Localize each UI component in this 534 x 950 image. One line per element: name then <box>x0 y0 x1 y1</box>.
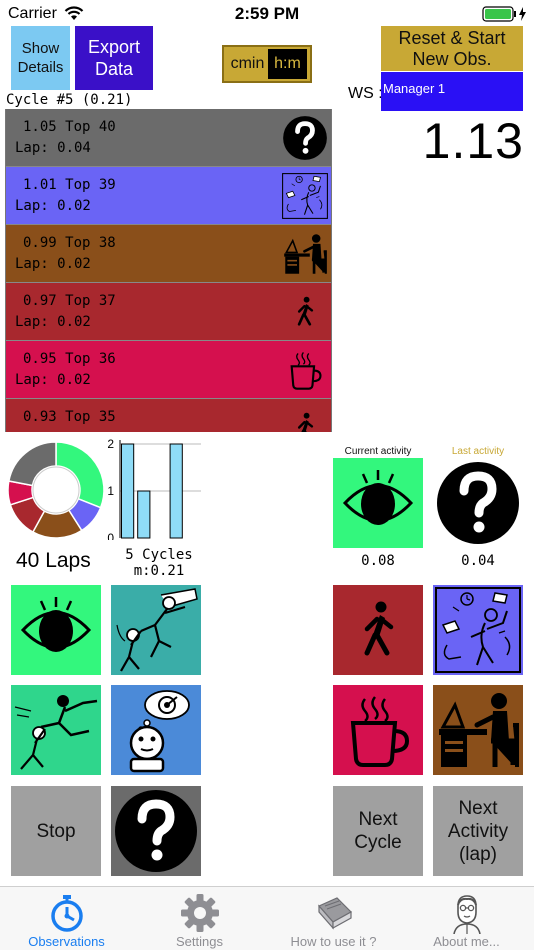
next-activity-button[interactable]: Next Activity (lap) <box>433 786 523 876</box>
laps-count: 40 Laps <box>16 549 91 572</box>
bar-cycle-2 <box>137 490 151 539</box>
lap-row[interactable]: 0.93 Top 35 <box>6 399 331 432</box>
y-tick-label: 0 <box>107 531 114 540</box>
tab-label: How to use it ? <box>290 934 377 949</box>
lap-activity-icon <box>281 230 329 278</box>
lap-cumulative: 1.05 Top 40 <box>23 119 116 135</box>
lap-cumulative: 0.95 Top 36 <box>23 351 116 367</box>
show-details-button[interactable]: Show Details <box>11 26 70 90</box>
climber-green-icon <box>11 685 101 775</box>
tile-climb-up[interactable] <box>111 585 201 675</box>
lap-cumulative: 0.97 Top 37 <box>23 293 116 309</box>
lap-activity-icon <box>281 404 329 432</box>
stopwatch-icon <box>51 895 83 932</box>
status-time: 2:59 PM <box>234 4 300 23</box>
tab-bar: Observations Settings How to use it ? Ab… <box>0 886 534 950</box>
tile-chaos[interactable] <box>433 585 523 675</box>
lap-duration: Lap: 0.02 <box>15 314 91 330</box>
desk-worker-icon <box>281 230 329 278</box>
question-icon <box>281 114 329 162</box>
lap-cumulative: 0.93 Top 35 <box>23 409 116 425</box>
lap-activity-icon <box>281 114 329 162</box>
cycles-bar-chart: 0 1 2 <box>107 437 201 540</box>
status-bar: Carrier 2:59 PM <box>0 0 534 28</box>
lap-row[interactable]: 0.99 Top 38 Lap: 0.02 <box>6 225 331 283</box>
stop-button[interactable]: Stop <box>11 786 101 876</box>
current-activity-tile <box>333 458 423 548</box>
y-tick-label: 2 <box>107 437 114 451</box>
desk-worker-icon <box>433 685 523 775</box>
bar-cycle-1 <box>121 443 135 539</box>
tile-thinking[interactable] <box>111 685 201 775</box>
last-activity-value: 0.04 <box>461 553 495 569</box>
walking-icon <box>281 404 329 432</box>
tab-label: About me... <box>433 934 500 949</box>
unit-toggle[interactable]: cmin h:m <box>222 45 312 83</box>
tile-observe[interactable] <box>11 585 101 675</box>
y-tick-label: 1 <box>107 484 114 498</box>
elapsed-time: 1.13 <box>422 113 524 169</box>
portrait-icon <box>453 895 481 934</box>
tab-settings[interactable]: Settings <box>133 887 266 950</box>
ws-label: WS : <box>348 85 383 102</box>
gear-icon <box>181 894 219 932</box>
tab-label: Observations <box>28 934 105 949</box>
lap-activity-icon <box>281 346 329 394</box>
cycles-count: 5 Cycles <box>125 547 193 563</box>
battery-icon <box>482 6 526 22</box>
cycle-label: Cycle #5 (0.21) <box>6 92 133 108</box>
lap-list[interactable]: 1.05 Top 40 Lap: 0.04 1.01 Top 39 Lap: 0.0… <box>5 109 332 432</box>
next-cycle-button[interactable]: Next Cycle <box>333 786 423 876</box>
cycles-mean: m:0.21 <box>133 563 185 579</box>
eye-icon <box>333 458 423 548</box>
tile-coffee[interactable] <box>333 685 423 775</box>
lap-row[interactable]: 1.01 Top 39 Lap: 0.02 <box>6 167 331 225</box>
walking-icon <box>281 288 329 336</box>
current-activity-value: 0.08 <box>361 553 395 569</box>
lap-cumulative: 0.99 Top 38 <box>23 235 116 251</box>
lap-row[interactable]: 0.97 Top 37 Lap: 0.02 <box>6 283 331 341</box>
thinking-robot-icon <box>111 685 201 775</box>
tile-desk-work[interactable] <box>433 685 523 775</box>
question-icon <box>433 458 523 548</box>
coffee-icon <box>333 685 423 775</box>
walking-icon <box>333 585 423 675</box>
activity-pie-chart <box>7 441 105 539</box>
tile-climb-help[interactable] <box>11 685 101 775</box>
tab-observations[interactable]: Observations <box>0 887 133 950</box>
ws-input[interactable]: Manager 1 <box>381 72 523 111</box>
lap-duration: Lap: 0.02 <box>15 198 91 214</box>
lap-row[interactable]: 1.05 Top 40 Lap: 0.04 <box>6 109 331 167</box>
tab-how-to-use[interactable]: How to use it ? <box>267 887 400 950</box>
lap-duration: Lap: 0.04 <box>15 140 91 156</box>
cycles-summary: 5 Cycles m:0.21 <box>118 547 200 579</box>
lap-duration: Lap: 0.02 <box>15 372 91 388</box>
export-data-button[interactable]: Export Data <box>75 26 153 90</box>
chaos-icon <box>281 172 329 220</box>
lap-row[interactable]: 0.95 Top 36 Lap: 0.02 <box>6 341 331 399</box>
coffee-icon <box>281 346 329 394</box>
lap-cumulative: 1.01 Top 39 <box>23 177 116 193</box>
bar-cycle-4 <box>169 443 183 539</box>
question-icon <box>111 786 201 876</box>
lap-duration: Lap: 0.02 <box>15 256 91 272</box>
book-icon <box>318 897 352 930</box>
eye-icon <box>11 585 101 675</box>
tile-walking[interactable] <box>333 585 423 675</box>
tab-label: Settings <box>176 934 223 949</box>
climber-teal-icon <box>111 585 201 675</box>
last-activity-tile <box>433 458 523 548</box>
unit-hm-option[interactable]: h:m <box>267 49 307 79</box>
lap-activity-icon <box>281 172 329 220</box>
lap-activity-icon <box>281 288 329 336</box>
reset-start-button[interactable]: Reset & Start New Obs. <box>381 26 523 71</box>
unit-cmin-option[interactable]: cmin <box>227 55 268 73</box>
tab-about[interactable]: About me... <box>400 887 533 950</box>
chaos-icon <box>433 585 523 675</box>
tile-unknown[interactable] <box>111 786 201 876</box>
current-activity-label: Current activity <box>344 446 412 457</box>
pie-hole <box>32 466 80 514</box>
last-activity-label: Last activity <box>451 446 505 457</box>
